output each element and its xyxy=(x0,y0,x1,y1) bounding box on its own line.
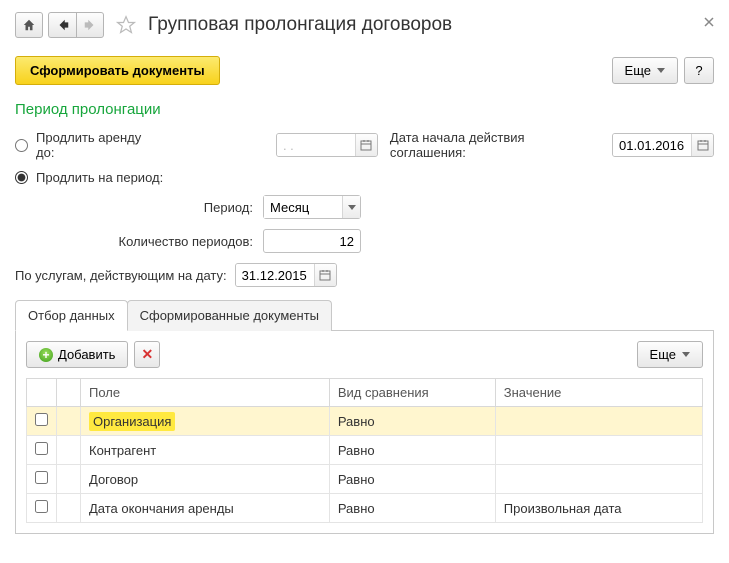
arrow-left-icon xyxy=(56,18,70,32)
add-button[interactable]: + Добавить xyxy=(26,341,128,368)
row-compare[interactable]: Равно xyxy=(329,407,495,436)
table-row[interactable]: КонтрагентРавно xyxy=(27,436,703,465)
period-select-input[interactable] xyxy=(264,196,342,218)
tab-filter[interactable]: Отбор данных xyxy=(15,300,128,331)
section-title: Период пролонгации xyxy=(15,101,714,118)
row-checkbox[interactable] xyxy=(35,413,48,426)
page-title: Групповая пролонгация договоров xyxy=(148,14,452,36)
row-value[interactable]: Произвольная дата xyxy=(495,494,702,523)
extend-period-label: Продлить на период: xyxy=(36,170,163,185)
close-button[interactable] xyxy=(704,14,714,30)
agreement-start-calendar-button[interactable] xyxy=(691,134,713,156)
row-checkbox[interactable] xyxy=(35,500,48,513)
row-compare[interactable]: Равно xyxy=(329,436,495,465)
row-value[interactable] xyxy=(495,407,702,436)
until-date-calendar-button[interactable] xyxy=(355,134,377,156)
delete-button[interactable]: ✕ xyxy=(134,341,160,368)
services-date-field[interactable] xyxy=(235,263,337,287)
more-button[interactable]: Еще xyxy=(612,57,678,84)
row-field[interactable]: Организация xyxy=(81,407,330,436)
more-label: Еще xyxy=(625,63,651,78)
row-compare[interactable]: Равно xyxy=(329,465,495,494)
extend-period-radio[interactable] xyxy=(15,171,28,184)
x-icon: ✕ xyxy=(141,346,153,363)
calendar-icon xyxy=(360,139,372,151)
agreement-start-date-field[interactable] xyxy=(612,133,714,157)
chevron-down-icon xyxy=(348,205,356,210)
inner-more-label: Еще xyxy=(650,347,676,362)
count-input[interactable] xyxy=(263,229,361,253)
favorite-button[interactable] xyxy=(116,15,136,35)
services-date-label: По услугам, действующим на дату: xyxy=(15,268,227,283)
generate-documents-button[interactable]: Сформировать документы xyxy=(15,56,220,85)
row-value[interactable] xyxy=(495,436,702,465)
filter-table: Поле Вид сравнения Значение Организация Р… xyxy=(26,378,703,523)
until-date-field[interactable] xyxy=(276,133,378,157)
home-icon xyxy=(22,18,36,32)
row-field[interactable]: Контрагент xyxy=(81,436,330,465)
inner-more-button[interactable]: Еще xyxy=(637,341,703,368)
period-select-dropdown[interactable] xyxy=(342,196,360,218)
services-date-input[interactable] xyxy=(236,264,314,286)
arrow-right-icon xyxy=(83,18,97,32)
row-value[interactable] xyxy=(495,465,702,494)
header-field[interactable]: Поле xyxy=(81,379,330,407)
tab-docs[interactable]: Сформированные документы xyxy=(127,300,332,331)
calendar-icon xyxy=(319,269,331,281)
header-value[interactable]: Значение xyxy=(495,379,702,407)
chevron-down-icon xyxy=(682,352,690,357)
extend-until-label: Продлить аренду до: xyxy=(36,130,161,160)
star-icon xyxy=(116,15,136,35)
period-select[interactable] xyxy=(263,195,361,219)
row-checkbox[interactable] xyxy=(35,471,48,484)
calendar-icon xyxy=(697,139,709,151)
agreement-start-date-input[interactable] xyxy=(613,134,691,156)
table-row[interactable]: Организация Равно xyxy=(27,407,703,436)
plus-icon: + xyxy=(39,348,53,362)
chevron-down-icon xyxy=(657,68,665,73)
row-field[interactable]: Договор xyxy=(81,465,330,494)
back-button[interactable] xyxy=(48,12,76,38)
home-button[interactable] xyxy=(15,12,43,38)
field-chip: Организация xyxy=(89,412,175,431)
extend-until-radio[interactable] xyxy=(15,139,28,152)
count-label: Количество периодов: xyxy=(15,234,263,249)
header-compare[interactable]: Вид сравнения xyxy=(329,379,495,407)
row-field[interactable]: Дата окончания аренды xyxy=(81,494,330,523)
add-label: Добавить xyxy=(58,347,115,362)
period-label: Период: xyxy=(15,200,263,215)
services-date-calendar-button[interactable] xyxy=(314,264,336,286)
table-row[interactable]: ДоговорРавно xyxy=(27,465,703,494)
close-icon xyxy=(704,17,714,27)
forward-button[interactable] xyxy=(76,12,104,38)
help-button[interactable]: ? xyxy=(684,57,714,84)
until-date-input[interactable] xyxy=(277,134,355,156)
row-checkbox[interactable] xyxy=(35,442,48,455)
row-compare[interactable]: Равно xyxy=(329,494,495,523)
agreement-start-label: Дата начала действия соглашения: xyxy=(390,130,604,160)
table-row[interactable]: Дата окончания арендыРавноПроизвольная д… xyxy=(27,494,703,523)
